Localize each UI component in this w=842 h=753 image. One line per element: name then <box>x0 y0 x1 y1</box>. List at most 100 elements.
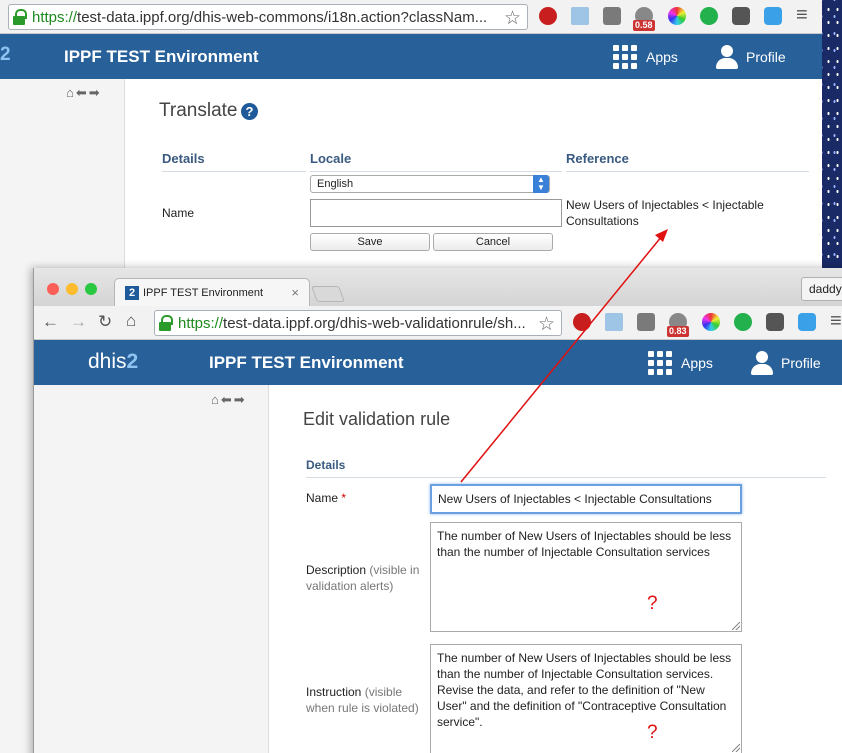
profile-user-icon[interactable] <box>716 45 738 69</box>
back-address-bar[interactable]: https:// test-data.ippf.org/dhis-web-com… <box>8 4 528 30</box>
instruction-textarea[interactable]: The number of New Users of Injectables s… <box>430 644 742 753</box>
front-browser-window: 2 IPPF TEST Environment × daddy ← → ↻ ⌂ … <box>33 268 842 753</box>
color-picker-extension-icon[interactable] <box>702 313 720 331</box>
front-browser-toolbar: ← → ↻ ⌂ https:// test-data.ippf.org/dhis… <box>34 306 842 340</box>
stop-extension-icon[interactable] <box>573 313 591 331</box>
stop-extension-icon[interactable] <box>539 7 557 25</box>
recycle-extension-icon[interactable] <box>603 7 621 25</box>
back-browser-toolbar: https:// test-data.ippf.org/dhis-web-com… <box>0 0 822 34</box>
instruction-field-label: Instruction (visible when rule is violat… <box>306 684 426 716</box>
rule-name-value: New Users of Injectables < Injectable Co… <box>438 492 712 506</box>
minimize-window-icon[interactable] <box>66 283 78 295</box>
apps-grid-icon[interactable] <box>613 45 637 69</box>
profile-label[interactable]: Profile <box>746 49 786 65</box>
front-left-sidebar: ⌂⬅➡ <box>34 385 269 753</box>
chat-extension-icon[interactable] <box>734 313 752 331</box>
desktop-background <box>822 0 842 280</box>
speedometer-extension-icon[interactable]: 0.58 <box>633 7 655 31</box>
app-title: IPPF TEST Environment <box>209 353 404 372</box>
window-extension-icon[interactable] <box>605 313 623 331</box>
tab-ippf-test-environment[interactable]: 2 IPPF TEST Environment × <box>114 278 310 306</box>
close-tab-icon[interactable]: × <box>291 285 299 300</box>
divider <box>162 171 306 172</box>
new-tab-button[interactable] <box>311 286 345 302</box>
save-button[interactable]: Save <box>310 233 430 251</box>
locale-select-value: English <box>317 178 354 190</box>
window-extension-icon[interactable] <box>571 7 589 25</box>
nav-home-back-forward-icons[interactable]: ⌂⬅➡ <box>66 85 102 101</box>
divider <box>306 477 826 478</box>
description-field-label: Description (visible in validation alert… <box>306 562 426 594</box>
dhis2-logo[interactable]: 2 <box>0 44 11 66</box>
menu-icon[interactable]: ≡ <box>796 4 808 27</box>
dhis2-favicon: 2 <box>125 286 139 300</box>
menu-icon[interactable]: ≡ <box>830 310 842 333</box>
resize-handle-icon[interactable] <box>732 622 740 630</box>
column-header-locale: Locale <box>310 151 352 166</box>
annotation-question-mark: ? <box>647 722 658 743</box>
back-app-header: 2 IPPF TEST Environment Apps Profile <box>0 34 822 79</box>
back-arrow-icon[interactable]: ← <box>42 312 59 332</box>
profile-user-icon[interactable] <box>751 351 773 375</box>
lock-icon <box>13 9 27 25</box>
forward-arrow-icon[interactable]: → <box>70 312 87 332</box>
url-path: test-data.ippf.org/dhis-web-validationru… <box>223 314 526 332</box>
instruction-value: The number of New Users of Injectables s… <box>437 651 732 729</box>
divider <box>310 171 562 172</box>
apps-label[interactable]: Apps <box>681 355 713 371</box>
evernote-extension-icon[interactable] <box>732 7 750 25</box>
cancel-button[interactable]: Cancel <box>433 233 553 251</box>
speedometer-extension-icon[interactable]: 0.83 <box>667 313 689 337</box>
instruction-label-text: Instruction <box>306 685 362 699</box>
help-icon[interactable]: ? <box>241 103 258 120</box>
reload-icon[interactable]: ↻ <box>98 312 112 332</box>
url-path: test-data.ippf.org/dhis-web-commons/i18n… <box>77 8 488 26</box>
apps-grid-icon[interactable] <box>648 351 672 375</box>
url-scheme: https:// <box>178 314 224 332</box>
logo-number: 2 <box>126 350 139 373</box>
description-label-text: Description <box>306 563 367 577</box>
app-title: IPPF TEST Environment <box>64 47 259 66</box>
page-title: Translate <box>159 100 238 121</box>
translation-name-input[interactable] <box>310 199 562 227</box>
extension-badge: 0.83 <box>667 326 689 337</box>
required-marker: * <box>341 491 347 505</box>
name-label-text: Name <box>306 491 339 505</box>
lock-icon <box>159 315 173 331</box>
front-app-header: dhis2 IPPF TEST Environment Apps Profile <box>34 340 842 385</box>
extension-badge: 0.58 <box>633 20 655 31</box>
color-picker-extension-icon[interactable] <box>668 7 686 25</box>
front-address-bar[interactable]: https:// test-data.ippf.org/dhis-web-val… <box>154 310 562 336</box>
rule-name-input[interactable]: New Users of Injectables < Injectable Co… <box>430 484 742 514</box>
column-header-reference: Reference <box>566 151 629 166</box>
close-window-icon[interactable] <box>47 283 59 295</box>
bookmark-star-icon[interactable]: ☆ <box>538 313 555 335</box>
url-scheme: https:// <box>32 8 78 26</box>
home-icon[interactable]: ⌂ <box>126 311 136 331</box>
tab-title: IPPF TEST Environment <box>143 287 264 299</box>
locale-select[interactable]: English ▲ ▼ <box>310 175 550 193</box>
bookmark-star-icon[interactable]: ☆ <box>504 7 521 29</box>
reference-name-text: New Users of Injectables < Injectable Co… <box>566 198 764 228</box>
resize-handle-icon[interactable] <box>732 744 740 752</box>
zoom-window-icon[interactable] <box>85 283 97 295</box>
annotation-question-mark: ? <box>647 593 658 614</box>
name-label: Name <box>162 206 195 220</box>
dhis2-logo[interactable]: dhis2 <box>88 350 138 374</box>
apps-label[interactable]: Apps <box>646 49 678 65</box>
logo-text: dhis <box>88 350 127 373</box>
window-copy-extension-icon[interactable] <box>764 7 782 25</box>
divider <box>566 171 809 172</box>
recycle-extension-icon[interactable] <box>637 313 655 331</box>
chat-extension-icon[interactable] <box>700 7 718 25</box>
evernote-extension-icon[interactable] <box>766 313 784 331</box>
page-title: Edit validation rule <box>303 409 451 429</box>
description-textarea[interactable]: The number of New Users of Injectables s… <box>430 522 742 632</box>
section-heading-details: Details <box>306 458 346 472</box>
browser-profile-button[interactable]: daddy <box>801 277 842 301</box>
profile-label[interactable]: Profile <box>781 355 821 371</box>
select-arrows-icon: ▲ ▼ <box>533 175 549 193</box>
window-copy-extension-icon[interactable] <box>798 313 816 331</box>
nav-home-back-forward-icons[interactable]: ⌂⬅➡ <box>211 392 247 408</box>
description-value: The number of New Users of Injectables s… <box>437 529 732 559</box>
